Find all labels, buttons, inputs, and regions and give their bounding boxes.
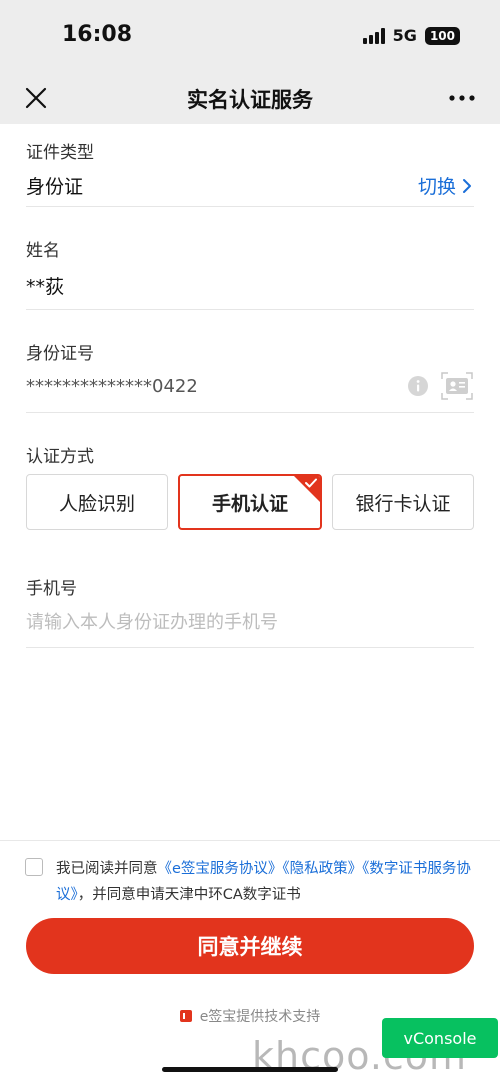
- phone-label: 手机号: [26, 579, 77, 599]
- method-bank-card-button[interactable]: 银行卡认证: [332, 474, 474, 530]
- divider: [26, 206, 474, 207]
- network-type: 5G: [392, 26, 417, 45]
- signal-icon: [362, 27, 385, 44]
- chevron-right-icon: [463, 178, 471, 193]
- divider: [26, 647, 474, 648]
- info-icon[interactable]: [408, 376, 428, 396]
- id-type-value: 身份证: [26, 176, 84, 198]
- auth-method-label: 认证方式: [26, 447, 94, 467]
- status-time: 16:08: [62, 22, 133, 47]
- method-face-label: 人脸识别: [58, 492, 135, 515]
- id-card-scan-icon[interactable]: [441, 372, 473, 400]
- agreement-suffix: ，并同意申请天津中环CA数字证书: [77, 887, 301, 903]
- check-icon: [305, 478, 317, 488]
- nav-bar: 实名认证服务: [0, 72, 500, 124]
- agreement-prefix: 我已阅读并同意: [56, 861, 158, 877]
- status-bar: 16:08 5G 100: [0, 0, 500, 72]
- divider: [26, 412, 474, 413]
- id-type-label: 证件类型: [26, 143, 94, 163]
- esign-logo-icon: [179, 1010, 192, 1022]
- agreement-text: 我已阅读并同意《e签宝服务协议》《隐私政策》《数字证书服务协议》，并同意申请天津…: [56, 856, 476, 908]
- status-indicators: 5G 100: [362, 26, 460, 45]
- divider: [26, 309, 474, 310]
- footer-divider: [0, 840, 500, 841]
- id-number-label: 身份证号: [26, 344, 94, 364]
- method-face-button[interactable]: 人脸识别: [26, 474, 168, 530]
- service-agreement-link[interactable]: 《e签宝服务协议》: [158, 861, 283, 877]
- phone-input[interactable]: [26, 606, 474, 638]
- home-indicator: [162, 1067, 338, 1072]
- more-icon[interactable]: [448, 88, 476, 108]
- powered-by-text: e签宝提供技术支持: [199, 1009, 321, 1025]
- switch-id-type-button[interactable]: 切换: [418, 172, 472, 199]
- name-value: **荻: [26, 276, 65, 298]
- battery-icon: 100: [424, 26, 460, 45]
- switch-label: 切换: [417, 176, 456, 198]
- name-label: 姓名: [26, 241, 60, 261]
- agree-checkbox[interactable]: [25, 858, 43, 876]
- vconsole-button[interactable]: vConsole: [382, 1018, 498, 1058]
- method-phone-button[interactable]: 手机认证: [178, 474, 322, 530]
- privacy-policy-link[interactable]: 《隐私政策》: [282, 861, 362, 877]
- page-title: 实名认证服务: [187, 88, 313, 112]
- method-phone-label: 手机认证: [211, 492, 288, 515]
- agree-continue-button[interactable]: 同意并继续: [26, 918, 474, 974]
- method-bank-card-label: 银行卡认证: [355, 492, 451, 515]
- id-number-value: **************0422: [26, 376, 198, 397]
